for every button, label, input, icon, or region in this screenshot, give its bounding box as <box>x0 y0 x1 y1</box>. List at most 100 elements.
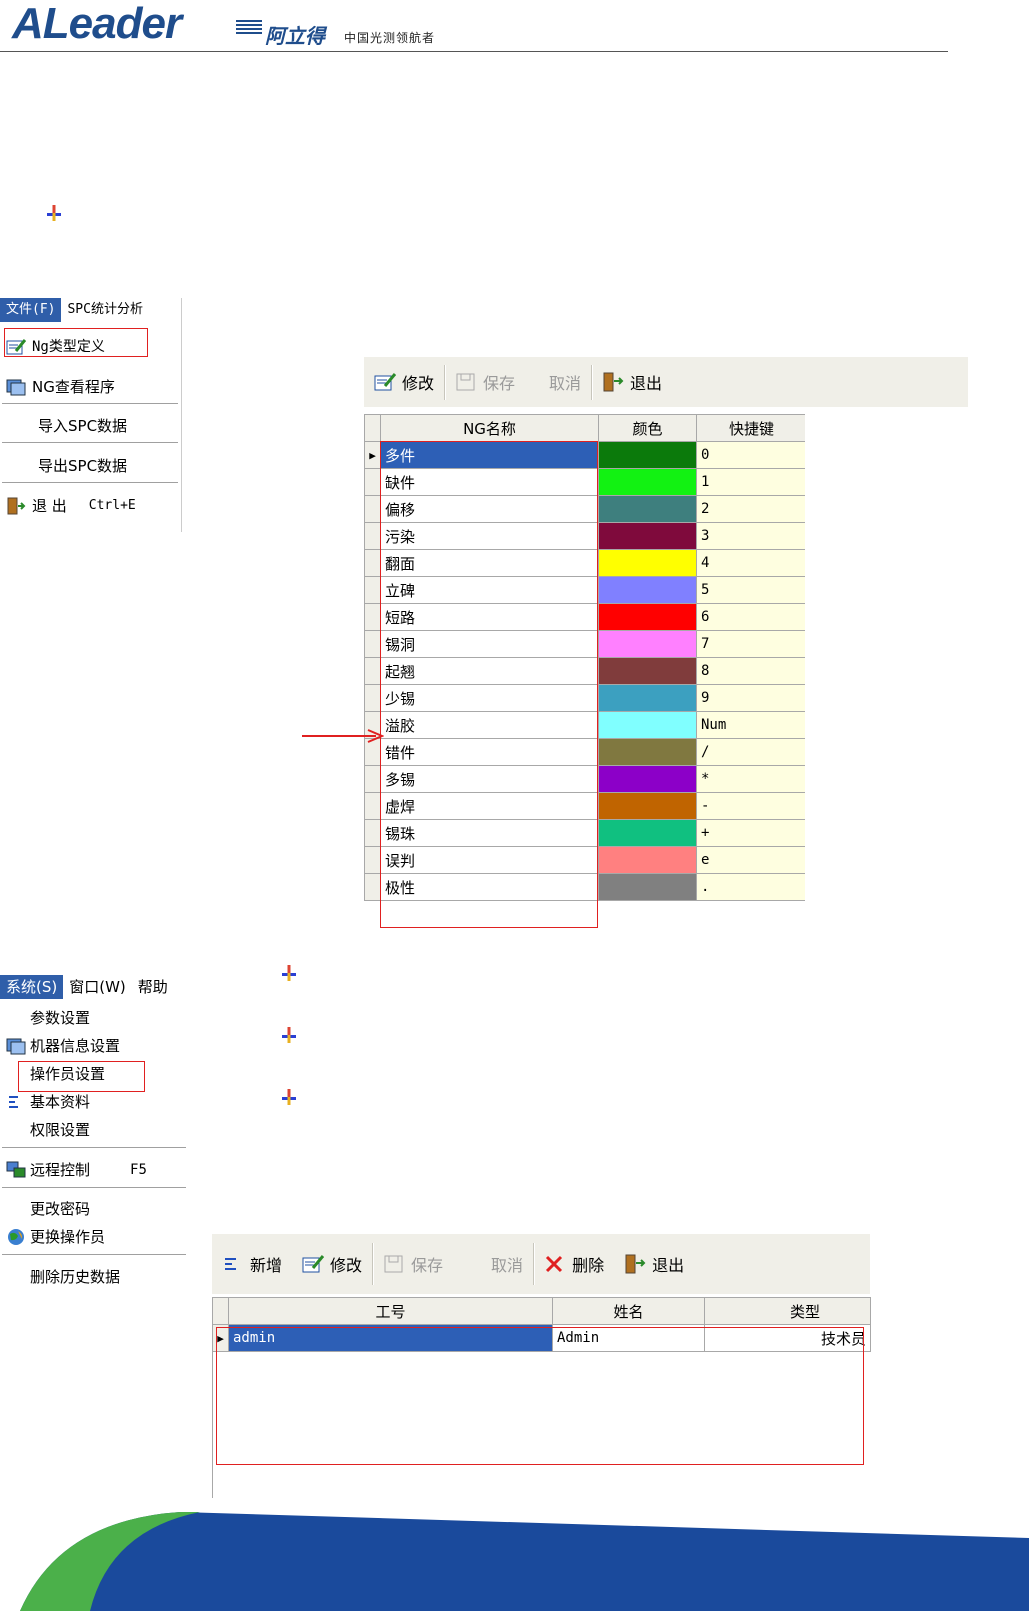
column-header-color[interactable]: 颜色 <box>598 414 697 442</box>
cell-shortcut[interactable]: 0 <box>696 441 807 469</box>
modify-label: 修改 <box>402 374 435 393</box>
menu-item-export-spc[interactable]: 导出SPC数据 <box>0 454 127 478</box>
menu-spc[interactable]: SPC统计分析 <box>61 298 148 322</box>
cell-color-swatch[interactable] <box>598 819 697 847</box>
menu-item-permissions[interactable]: 权限设置 <box>0 1118 90 1142</box>
column-header-name[interactable]: 姓名 <box>552 1297 705 1325</box>
cell-color-swatch[interactable] <box>598 549 697 577</box>
row-indicator <box>364 522 381 550</box>
menu-item-params[interactable]: 参数设置 <box>0 1006 90 1030</box>
row-indicator <box>364 657 381 685</box>
row-indicator <box>364 549 381 577</box>
menu-item-label: 机器信息设置 <box>30 1037 121 1055</box>
menu-separator <box>2 482 178 483</box>
add-label: 新增 <box>250 1256 283 1275</box>
save-icon <box>455 372 477 392</box>
cell-color-swatch[interactable] <box>598 657 697 685</box>
row-indicator <box>364 873 381 901</box>
basic-data-icon <box>6 1093 26 1111</box>
row-indicator <box>364 684 381 712</box>
row-indicator <box>364 819 381 847</box>
save-button[interactable]: 保存 <box>445 357 525 407</box>
cell-shortcut[interactable]: Num <box>696 711 807 739</box>
cell-shortcut[interactable]: 6 <box>696 603 807 631</box>
menu-help[interactable]: 帮助 <box>132 975 174 999</box>
menu-item-import-spc[interactable]: 导入SPC数据 <box>0 414 127 438</box>
menu-separator <box>2 1147 186 1148</box>
cell-color-swatch[interactable] <box>598 495 697 523</box>
column-header-type[interactable]: 类型 <box>704 1297 871 1325</box>
row-indicator <box>364 576 381 604</box>
cell-shortcut[interactable]: 2 <box>696 495 807 523</box>
remote-icon <box>6 1161 26 1179</box>
cell-shortcut[interactable]: 5 <box>696 576 807 604</box>
exit-icon <box>602 372 624 392</box>
edit-icon <box>374 372 397 392</box>
menu-item-label: 导入SPC数据 <box>38 417 128 435</box>
cell-color-swatch[interactable] <box>598 738 697 766</box>
cell-shortcut[interactable]: 9 <box>696 684 807 712</box>
bullet-icon <box>282 1027 296 1043</box>
modify-button[interactable]: 修改 <box>364 357 444 407</box>
cell-shortcut[interactable]: 7 <box>696 630 807 658</box>
menu-window[interactable]: 窗口(W) <box>63 975 132 999</box>
menu-separator <box>2 403 178 404</box>
column-header-id[interactable]: 工号 <box>228 1297 553 1325</box>
delete-button[interactable]: 删除 <box>534 1234 614 1294</box>
menu-item-machine-info[interactable]: 机器信息设置 <box>0 1034 120 1058</box>
modify-label: 修改 <box>330 1256 363 1275</box>
save-button[interactable]: 保存 <box>373 1234 453 1294</box>
cell-color-swatch[interactable] <box>598 792 697 820</box>
shortcut-label: Ctrl+E <box>88 498 136 513</box>
menu-item-delete-history[interactable]: 删除历史数据 <box>0 1265 120 1289</box>
cell-color-swatch[interactable] <box>598 630 697 658</box>
row-indicator <box>364 846 381 874</box>
cell-color-swatch[interactable] <box>598 684 697 712</box>
cell-color-swatch[interactable] <box>598 576 697 604</box>
cell-color-swatch[interactable] <box>598 522 697 550</box>
cell-shortcut[interactable]: + <box>696 819 807 847</box>
menu-item-label: 退 出 <box>32 497 67 515</box>
system-menu: 系统(S) 窗口(W) 帮助 参数设置 机器信息设置 操作员设置 基本资料 权限… <box>0 975 190 1300</box>
menu-item-ng-viewer[interactable]: NG查看程序 <box>0 375 115 399</box>
cell-color-swatch[interactable] <box>598 603 697 631</box>
add-button[interactable]: 新增 <box>212 1234 292 1294</box>
cell-color-swatch[interactable] <box>598 711 697 739</box>
cell-shortcut[interactable]: 4 <box>696 549 807 577</box>
cell-color-swatch[interactable] <box>598 846 697 874</box>
globe-icon <box>6 1228 26 1246</box>
column-header-ng-name[interactable]: NG名称 <box>380 414 599 442</box>
menu-item-change-password[interactable]: 更改密码 <box>0 1197 90 1221</box>
cell-shortcut[interactable]: / <box>696 738 807 766</box>
menu-separator <box>2 1254 186 1255</box>
bullet-icon <box>47 205 61 221</box>
menu-system[interactable]: 系统(S) <box>0 975 64 999</box>
cell-color-swatch[interactable] <box>598 765 697 793</box>
exit-button[interactable]: 退出 <box>592 357 672 407</box>
cancel-button[interactable]: 取消 <box>539 357 591 407</box>
menu-item-switch-operator[interactable]: 更换操作员 <box>0 1225 105 1249</box>
cell-shortcut[interactable]: - <box>696 792 807 820</box>
menu-separator <box>2 1187 186 1188</box>
exit-button[interactable]: 退出 <box>614 1234 694 1294</box>
cell-shortcut[interactable]: * <box>696 765 807 793</box>
cell-color-swatch[interactable] <box>598 873 697 901</box>
save-label: 保存 <box>483 374 516 393</box>
highlight-box <box>380 441 598 928</box>
modify-button[interactable]: 修改 <box>292 1234 372 1294</box>
menu-file[interactable]: 文件(F) <box>0 298 62 322</box>
menu-item-remote-control[interactable]: 远程控制 F5 <box>0 1158 147 1182</box>
cell-shortcut[interactable]: e <box>696 846 807 874</box>
logo-stripes <box>236 20 262 36</box>
cell-shortcut[interactable]: . <box>696 873 807 901</box>
cell-shortcut[interactable]: 1 <box>696 468 807 496</box>
cell-shortcut[interactable]: 3 <box>696 522 807 550</box>
shortcut-label: F5 <box>130 1162 147 1178</box>
column-header-shortcut[interactable]: 快捷键 <box>696 414 807 442</box>
cell-color-swatch[interactable] <box>598 468 697 496</box>
cancel-button[interactable]: 取消 <box>481 1234 533 1294</box>
cell-color-swatch[interactable] <box>598 441 697 469</box>
menu-item-exit[interactable]: 退 出 Ctrl+E <box>0 494 136 518</box>
cell-shortcut[interactable]: 8 <box>696 657 807 685</box>
menu-item-basic-data[interactable]: 基本资料 <box>0 1090 90 1114</box>
